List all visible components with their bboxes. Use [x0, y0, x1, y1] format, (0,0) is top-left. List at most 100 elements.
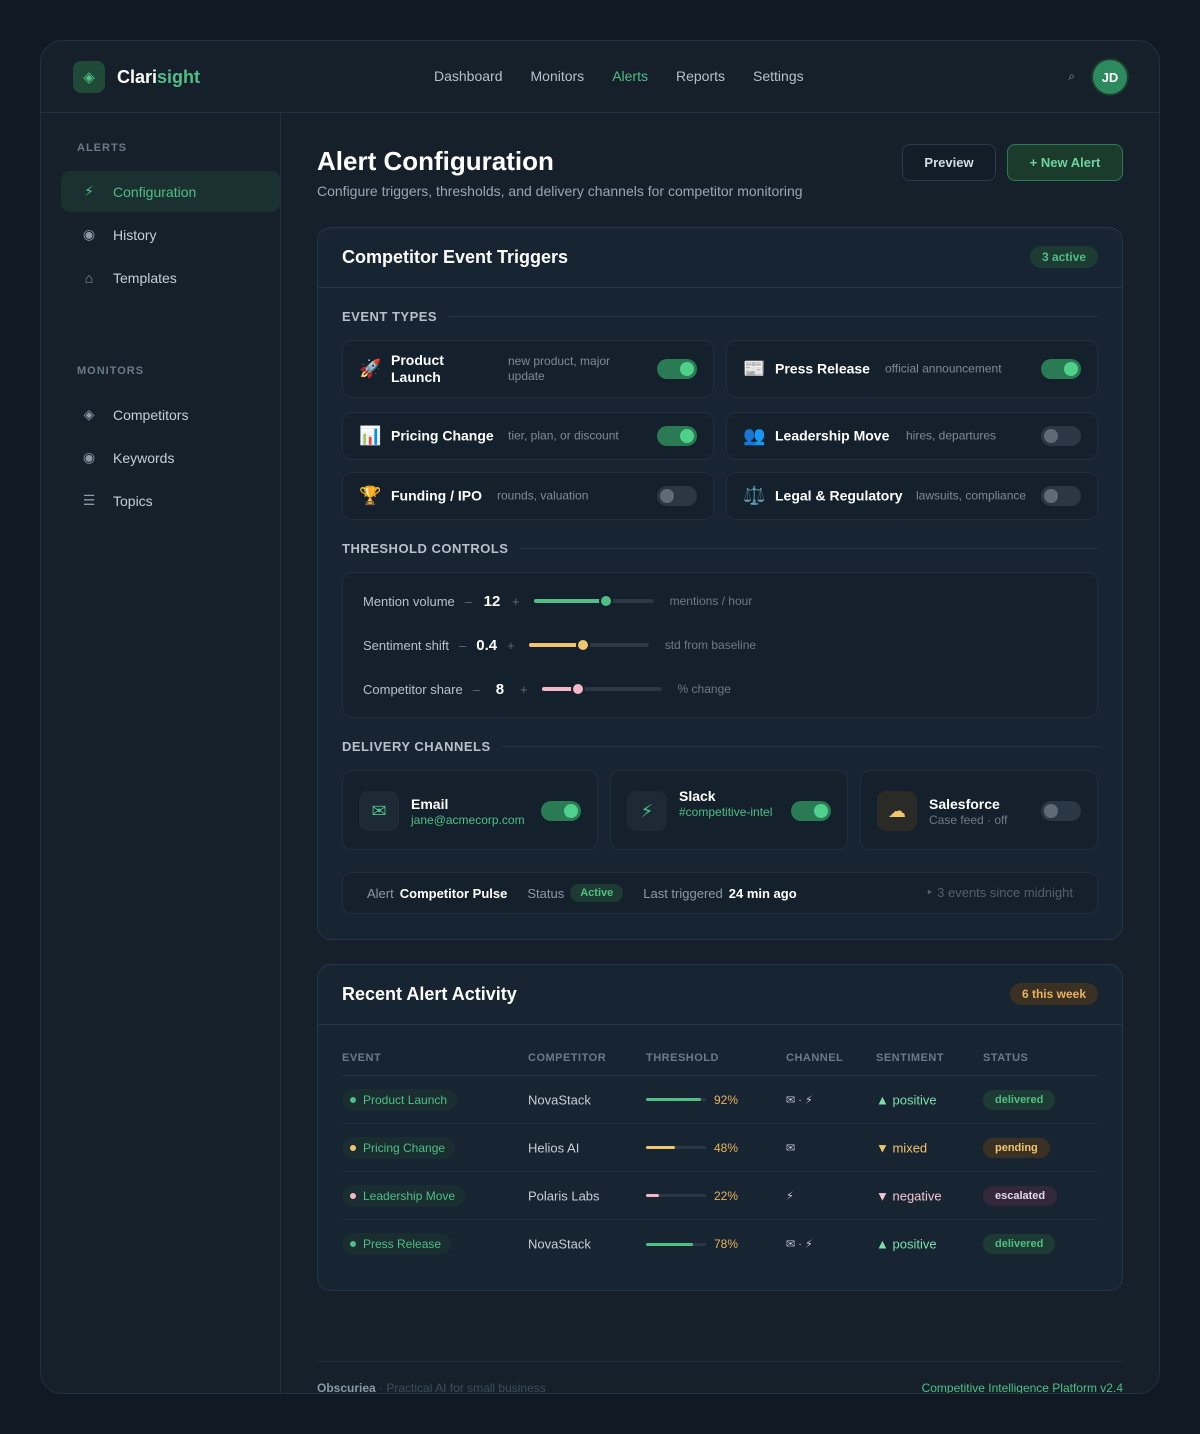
section-label: THRESHOLD CONTROLS [342, 541, 1098, 556]
toggle-knob [814, 804, 828, 818]
event-icon: 📊 [359, 425, 382, 446]
slider-thumb[interactable] [575, 638, 590, 652]
sidebar-item-label: History [113, 226, 157, 243]
threshold-slider[interactable] [541, 682, 662, 696]
increment-button[interactable]: + [507, 638, 515, 653]
channel-cell: ✉ [786, 1142, 796, 1154]
diamond-icon: ◈ [83, 406, 95, 422]
threshold-row: Mention volume – 12 + mentions / hour [363, 591, 752, 611]
sentiment-cell: ▲ positive [876, 1092, 937, 1107]
sidebar-item-label: Templates [113, 269, 177, 286]
event-toggle[interactable] [657, 359, 697, 379]
decrement-button[interactable]: – [465, 594, 472, 609]
events-since-midnight[interactable]: ‣ 3 events since midnight [926, 885, 1073, 901]
event-name: Legal & Regulatory [775, 487, 903, 504]
event-toggle[interactable] [1041, 486, 1081, 506]
nav-alerts[interactable]: Alerts [612, 68, 648, 84]
event-name: Leadership Move [775, 427, 890, 444]
status-key: Status [527, 885, 565, 901]
event-toggle-row[interactable]: 📊 Pricing Change tier, plan, or discount [342, 412, 714, 460]
increment-button[interactable]: + [512, 594, 520, 609]
event-toggle[interactable] [1041, 359, 1081, 379]
threshold-value[interactable]: 0.4 [476, 637, 497, 654]
event-cell: Pricing Change [342, 1136, 456, 1159]
status-cell: delivered [983, 1089, 1056, 1110]
event-dot [350, 1096, 356, 1103]
nav-settings[interactable]: Settings [753, 68, 804, 84]
event-cell: Leadership Move [342, 1184, 466, 1207]
event-toggle[interactable] [657, 486, 697, 506]
threshold-value[interactable]: 12 [482, 593, 502, 610]
event-pill: Product Launch [342, 1088, 458, 1111]
sidebar-item-competitors[interactable]: ◈ Competitors [61, 394, 280, 435]
threshold-label: Sentiment shift [363, 637, 449, 653]
event-toggle[interactable] [657, 426, 697, 446]
new-alert-button[interactable]: + New Alert [1007, 144, 1123, 181]
event-cell: Press Release [342, 1233, 452, 1255]
channel-email[interactable]: ✉ Email jane@acmecorp.com [342, 770, 598, 850]
event-toggle-row[interactable]: 👥 Leadership Move hires, departures [726, 412, 1098, 460]
event-cell: Product Launch [342, 1088, 458, 1111]
threshold-bar [646, 1194, 706, 1197]
threshold-bar-fill [646, 1146, 675, 1149]
table-row[interactable]: Leadership Move Polaris Labs 22% ⚡ ▼ neg… [342, 1172, 1098, 1220]
slider-thumb[interactable] [598, 594, 613, 608]
channel-salesforce[interactable]: ☁ Salesforce Case feed · off [860, 770, 1098, 850]
preview-button[interactable]: Preview [902, 144, 996, 181]
threshold-slider[interactable] [533, 594, 654, 608]
event-toggle-row[interactable]: 🚀 Product Launch new product, major upda… [342, 340, 714, 398]
sidebar-section-alerts: ALERTS [77, 142, 127, 154]
weekly-count-badge: 6 this week [1009, 983, 1098, 1005]
threshold-row: Sentiment shift – 0.4 + std from baselin… [363, 635, 756, 655]
sidebar-item-templates[interactable]: ⌂ Templates [61, 257, 280, 298]
threshold-unit: % change [677, 682, 731, 696]
toggle-knob [564, 804, 578, 818]
search-icon[interactable]: ⌕ [1068, 69, 1075, 84]
nav-monitors[interactable]: Monitors [531, 68, 585, 84]
channel-toggle[interactable] [791, 801, 831, 821]
threshold-slider[interactable] [528, 638, 649, 652]
table-row[interactable]: Press Release NovaStack 78% ✉ · ⚡ ▲ posi… [342, 1220, 1098, 1268]
active-count-badge: 3 active [1029, 246, 1098, 268]
col-event: EVENT [342, 1052, 382, 1064]
channel-detail: Case feed · off [929, 813, 1008, 827]
channel-toggle[interactable] [541, 801, 581, 821]
sentiment-cell: ▼ negative [876, 1188, 942, 1203]
decrement-button[interactable]: – [473, 682, 480, 697]
avatar[interactable]: JD [1093, 60, 1127, 94]
table-row[interactable]: Product Launch NovaStack 92% ✉ · ⚡ ▲ pos… [342, 1076, 1098, 1124]
event-toggle-row[interactable]: ⚖️ Legal & Regulatory lawsuits, complian… [726, 472, 1098, 520]
table-row[interactable]: Pricing Change Helios AI 48% ✉ ▼ mixed p… [342, 1124, 1098, 1172]
threshold-bar-fill [646, 1242, 693, 1246]
event-toggle[interactable] [1041, 426, 1081, 446]
alert-key: Alert [367, 885, 394, 901]
sidebar-item-label: Keywords [113, 449, 175, 466]
logo[interactable]: ◈ Clarisight [73, 61, 200, 93]
event-description: official announcement [885, 361, 1002, 376]
slider-thumb[interactable] [570, 682, 585, 696]
nav-reports[interactable]: Reports [676, 68, 725, 84]
channel-cell: ⚡ [786, 1190, 794, 1202]
event-icon: 🚀 [359, 358, 382, 379]
col-competitor: COMPETITOR [528, 1052, 607, 1064]
col-channel: CHANNEL [786, 1052, 844, 1064]
competitor-cell: Polaris Labs [528, 1188, 600, 1203]
threshold-label: Mention volume [363, 593, 455, 609]
status-cell: escalated [983, 1185, 1058, 1206]
last-triggered-key: Last triggered [643, 885, 723, 901]
event-toggle-row[interactable]: 🏆 Funding / IPO rounds, valuation [342, 472, 714, 520]
event-toggle-row[interactable]: 📰 Press Release official announcement [726, 340, 1098, 398]
sidebar-item-configuration[interactable]: ⚡ Configuration [61, 171, 280, 212]
sidebar-item-topics[interactable]: ☰ Topics [61, 480, 280, 521]
sidebar-item-history[interactable]: ◉ History [61, 214, 280, 255]
channel-slack[interactable]: ⚡ Slack #competitive-intel [610, 770, 848, 850]
event-description: tier, plan, or discount [508, 428, 619, 443]
increment-button[interactable]: + [520, 682, 528, 697]
channel-toggle[interactable] [1041, 801, 1081, 821]
nav-dashboard[interactable]: Dashboard [434, 68, 503, 84]
toggle-knob [680, 429, 694, 443]
sidebar-item-keywords[interactable]: ◉ Keywords [61, 437, 280, 478]
decrement-button[interactable]: – [459, 638, 466, 653]
threshold-value[interactable]: 8 [490, 681, 510, 698]
event-icon: 📰 [743, 358, 766, 379]
